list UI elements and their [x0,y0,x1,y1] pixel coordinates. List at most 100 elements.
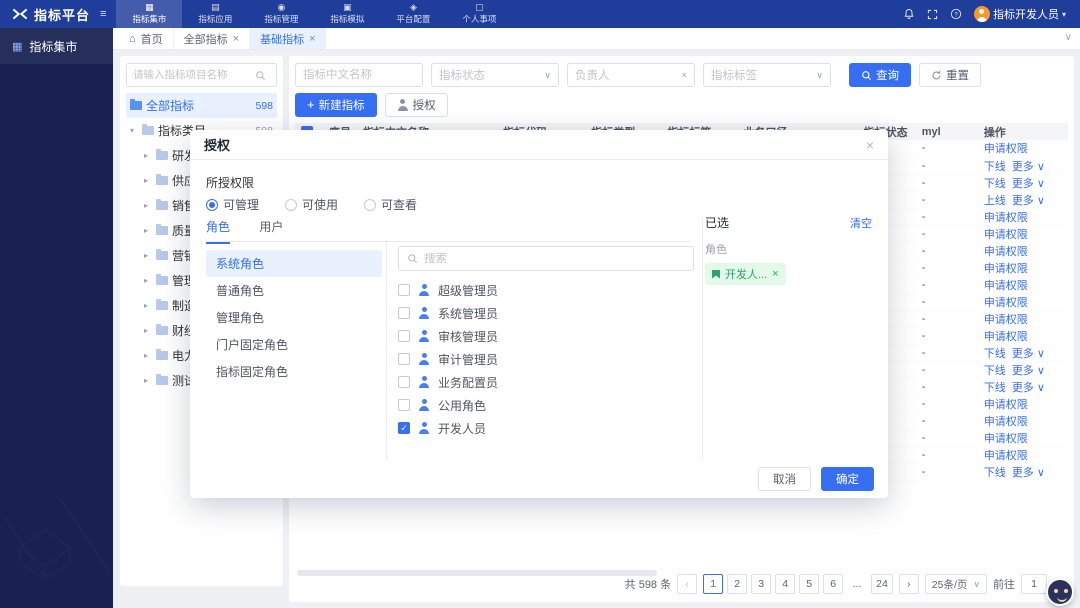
caret-collapsed-icon[interactable]: ▸ [144,351,152,360]
permission-radio[interactable]: 可查看 [364,196,417,213]
nav-item[interactable]: ▣ 指标模拟 [314,0,380,28]
role-row[interactable]: 审计管理员 [398,348,694,370]
action-link[interactable]: 申请权限 [984,297,1028,309]
fullscreen-icon[interactable] [927,9,938,20]
sidebar-item[interactable]: ▦ 指标集市 [0,28,113,64]
action-link[interactable]: 申请权限 [984,450,1028,462]
authorize-button[interactable]: 授权 [385,93,448,117]
assistant-button[interactable] [1046,578,1074,606]
action-link[interactable]: 下线 [984,365,1006,377]
action-link[interactable]: 下线 [984,348,1006,360]
caret-collapsed-icon[interactable]: ▸ [144,301,152,310]
page-number[interactable]: 24 [871,574,893,594]
role-group-item[interactable]: 普通角色 [206,277,382,304]
confirm-button[interactable]: 确定 [821,467,874,491]
permission-radio[interactable]: 可使用 [285,196,338,213]
more-link[interactable]: 更多 ∨ [1012,348,1045,360]
modal-tab[interactable]: 角色 [206,218,230,244]
role-row[interactable]: 业务配置员 [398,371,694,393]
tab-close-icon[interactable]: × [233,33,239,45]
nav-item[interactable]: ▦ 指标集市 [116,0,182,28]
role-row[interactable]: 审核管理员 [398,325,694,347]
more-link[interactable]: 更多 ∨ [1012,195,1045,207]
clear-selected-link[interactable]: 清空 [850,215,872,231]
modal-close-icon[interactable]: × [866,137,874,153]
role-checkbox[interactable] [398,330,410,342]
role-checkbox[interactable] [398,422,410,434]
role-row[interactable]: 公用角色 [398,394,694,416]
caret-collapsed-icon[interactable]: ▸ [144,151,152,160]
reset-button[interactable]: 重置 [919,63,981,87]
tree-node-all-indicators[interactable]: 全部指标 598 [126,93,277,118]
tree-search-input[interactable] [133,69,251,81]
caret-collapsed-icon[interactable]: ▸ [144,376,152,385]
page-size-select[interactable]: 25条/页 ∨ [925,574,987,594]
action-link[interactable]: 下线 [984,161,1006,173]
more-link[interactable]: 更多 ∨ [1012,382,1045,394]
tab-close-icon[interactable]: × [309,33,315,45]
more-link[interactable]: 更多 ∨ [1012,161,1045,173]
permission-radio[interactable]: 可管理 [206,196,259,213]
page-number[interactable]: 4 [775,574,795,594]
caret-collapsed-icon[interactable]: ▸ [144,326,152,335]
nav-item[interactable]: ▢ 个人事项 [446,0,512,28]
nav-item[interactable]: ◉ 指标管理 [248,0,314,28]
role-checkbox[interactable] [398,284,410,296]
role-checkbox[interactable] [398,376,410,388]
more-link[interactable]: 更多 ∨ [1012,178,1045,190]
user-menu[interactable]: 指标开发人员 ▾ [974,6,1066,22]
filter-owner-input[interactable]: 负责人 × [567,63,695,87]
page-number[interactable]: 1 [703,574,723,594]
page-tab[interactable]: 全部指标 × [173,28,249,49]
page-number[interactable]: 3 [751,574,771,594]
action-link[interactable]: 上线 [984,195,1006,207]
nav-item[interactable]: ◈ 平台配置 [380,0,446,28]
caret-expanded-icon[interactable]: ▾ [130,126,138,135]
action-link[interactable]: 申请权限 [984,263,1028,275]
role-search-box[interactable] [398,246,694,271]
tag-remove-icon[interactable]: × [772,268,778,280]
page-tab[interactable]: ⌂ 首页 [119,28,173,49]
help-icon[interactable]: ? [950,8,962,20]
notification-bell-icon[interactable] [903,8,915,20]
clear-icon[interactable]: × [682,70,687,80]
more-link[interactable]: 更多 ∨ [1012,467,1045,479]
filter-tag-select[interactable]: 指标标签 ∨ [703,63,831,87]
caret-collapsed-icon[interactable]: ▸ [144,176,152,185]
tree-search-box[interactable] [126,63,277,87]
action-link[interactable]: 申请权限 [984,416,1028,428]
caret-collapsed-icon[interactable]: ▸ [144,226,152,235]
goto-page-input[interactable] [1021,574,1047,594]
role-group-item[interactable]: 门户固定角色 [206,331,382,358]
page-number[interactable]: 6 [823,574,843,594]
action-link[interactable]: 申请权限 [984,212,1028,224]
page-next-button[interactable]: › [899,574,919,594]
role-row[interactable]: 超级管理员 [398,279,694,301]
action-link[interactable]: 下线 [984,382,1006,394]
action-link[interactable]: 申请权限 [984,229,1028,241]
role-search-input[interactable] [424,253,664,265]
action-link[interactable]: 申请权限 [984,280,1028,292]
role-group-item[interactable]: 指标固定角色 [206,358,382,385]
page-number[interactable]: ... [847,574,867,594]
action-link[interactable]: 下线 [984,178,1006,190]
horizontal-scrollbar[interactable] [297,570,657,576]
role-checkbox[interactable] [398,399,410,411]
page-number[interactable]: 2 [727,574,747,594]
modal-tab[interactable]: 用户 [259,218,283,242]
filter-name-input[interactable] [295,63,423,87]
page-prev-button[interactable]: ‹ [677,574,697,594]
name-filter-input[interactable] [303,69,403,81]
caret-collapsed-icon[interactable]: ▸ [144,276,152,285]
nav-item[interactable]: ▤ 指标应用 [182,0,248,28]
query-button[interactable]: 查询 [849,63,911,87]
filter-status-select[interactable]: 指标状态 ∨ [431,63,559,87]
more-link[interactable]: 更多 ∨ [1012,365,1045,377]
action-link[interactable]: 申请权限 [984,399,1028,411]
radio-icon[interactable] [206,199,218,211]
create-indicator-button[interactable]: + 新建指标 [295,93,377,117]
radio-icon[interactable] [364,199,376,211]
page-tab[interactable]: 基础指标 × [249,28,325,49]
role-checkbox[interactable] [398,353,410,365]
role-group-item[interactable]: 系统角色 [206,250,382,277]
